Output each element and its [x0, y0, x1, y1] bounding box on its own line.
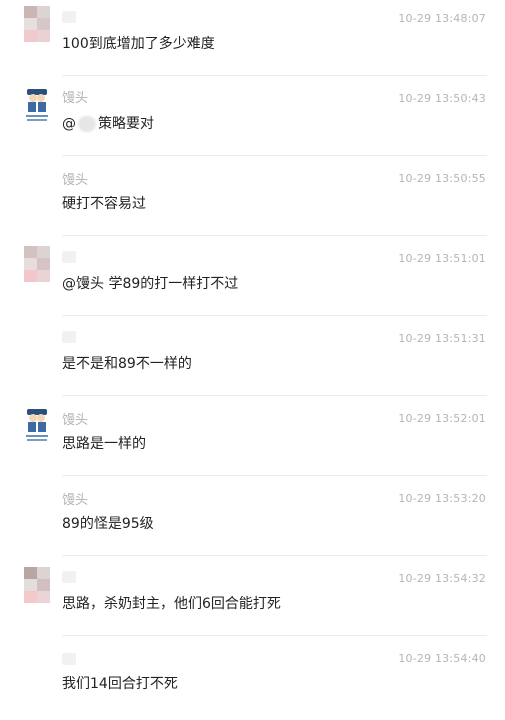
message-divider — [62, 155, 487, 156]
message-time: 10-29 13:54:32 — [398, 572, 486, 585]
avatar[interactable] — [24, 87, 50, 123]
chat-message: 馒头 10-29 13:53:20 89的怪是95级 — [0, 480, 505, 560]
cartoon-avatar-icon — [26, 89, 48, 121]
cartoon-avatar-icon — [26, 409, 48, 441]
mention-prefix: @ — [62, 116, 76, 132]
chat-message: 10-29 13:51:31 是不是和89不一样的 — [0, 320, 505, 400]
avatar[interactable] — [24, 6, 50, 42]
message-text: 100到底增加了多少难度 — [62, 36, 215, 52]
chat-message: 10-29 13:54:32 思路，杀奶封主，他们6回合能打死 — [0, 560, 505, 640]
sender-name[interactable]: 馒头 — [62, 413, 88, 429]
chat-message: 馒头 10-29 13:52:01 思路是一样的 — [0, 400, 505, 480]
sender-name[interactable]: 馒头 — [62, 91, 88, 107]
sender-name-blurred — [62, 653, 76, 665]
message-time: 10-29 13:54:40 — [398, 652, 486, 665]
message-divider — [62, 475, 487, 476]
sender-name-blurred — [62, 11, 76, 23]
avatar[interactable] — [24, 407, 50, 443]
avatar[interactable] — [24, 567, 50, 603]
message-divider — [62, 235, 487, 236]
chat-message: 10-29 13:51:01 @馒头 学89的打一样打不过 — [0, 240, 505, 320]
avatar[interactable] — [24, 246, 50, 282]
message-text: @ 策略要对 — [62, 115, 154, 133]
chat-message: 10-29 13:54:40 我们14回合打不死 — [0, 640, 505, 720]
mosaic-avatar-icon — [24, 6, 50, 42]
message-text: @馒头 学89的打一样打不过 — [62, 276, 239, 292]
message-divider — [62, 555, 487, 556]
message-time: 10-29 13:50:55 — [398, 172, 486, 185]
message-divider — [62, 315, 487, 316]
chat-message: 馒头 10-29 13:50:43 @ 策略要对 — [0, 80, 505, 160]
message-divider — [62, 75, 487, 76]
sender-name[interactable]: 馒头 — [62, 173, 88, 189]
message-text: 是不是和89不一样的 — [62, 356, 192, 372]
message-time: 10-29 13:53:20 — [398, 492, 486, 505]
message-divider — [62, 395, 487, 396]
message-time: 10-29 13:50:43 — [398, 92, 486, 105]
message-time: 10-29 13:51:31 — [398, 332, 486, 345]
sender-name-blurred — [62, 251, 76, 263]
message-text: 我们14回合打不死 — [62, 676, 178, 692]
chat-message: 馒头 10-29 13:50:55 硬打不容易过 — [0, 160, 505, 240]
message-time: 10-29 13:52:01 — [398, 412, 486, 425]
message-text: 思路，杀奶封主，他们6回合能打死 — [62, 596, 281, 612]
sender-name-blurred — [62, 331, 76, 343]
sender-name[interactable]: 馒头 — [62, 493, 88, 509]
message-time: 10-29 13:51:01 — [398, 252, 486, 265]
mosaic-avatar-icon — [24, 246, 50, 282]
mention-blurred — [78, 116, 96, 132]
message-text: 思路是一样的 — [62, 436, 146, 452]
message-time: 10-29 13:48:07 — [398, 12, 486, 25]
message-text: 89的怪是95级 — [62, 516, 154, 532]
message-text: 硬打不容易过 — [62, 196, 146, 212]
message-divider — [62, 635, 487, 636]
mosaic-avatar-icon — [24, 567, 50, 603]
chat-message: 10-29 13:48:07 100到底增加了多少难度 — [0, 0, 505, 80]
message-text-suffix: 策略要对 — [98, 116, 154, 132]
sender-name-blurred — [62, 571, 76, 583]
